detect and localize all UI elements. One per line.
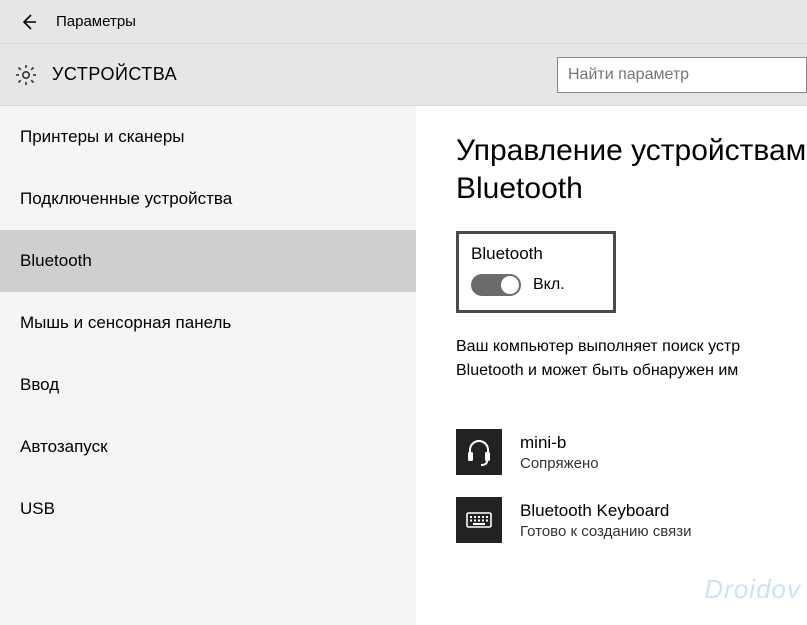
device-name: mini-b	[520, 433, 599, 453]
bluetooth-toggle-row: Вкл.	[471, 274, 601, 296]
sidebar-item-label: Подключенные устройства	[20, 189, 232, 209]
gear-icon	[14, 63, 38, 87]
sidebar-item-autoplay[interactable]: Автозапуск	[0, 416, 416, 478]
sidebar-item-label: Принтеры и сканеры	[20, 127, 185, 147]
device-item-headset[interactable]: mini-b Сопряжено	[456, 429, 807, 475]
status-line-1: Ваш компьютер выполняет поиск устр	[456, 335, 807, 359]
bluetooth-toggle-label: Bluetooth	[471, 244, 601, 264]
section-title: УСТРОЙСТВА	[52, 64, 177, 85]
watermark: Droidov	[704, 574, 801, 605]
keyboard-icon	[456, 497, 502, 543]
search-input[interactable]	[557, 57, 807, 93]
device-status: Готово к созданию связи	[520, 523, 691, 540]
content: Управление устройствам Bluetooth Bluetoo…	[416, 106, 807, 625]
back-button[interactable]	[10, 3, 48, 41]
headset-icon	[456, 429, 502, 475]
sidebar-item-label: Bluetooth	[20, 251, 92, 271]
window-title: Параметры	[56, 13, 136, 30]
device-status: Сопряжено	[520, 455, 599, 472]
sidebar-item-connected-devices[interactable]: Подключенные устройства	[0, 168, 416, 230]
device-name: Bluetooth Keyboard	[520, 501, 691, 521]
body: Принтеры и сканеры Подключенные устройст…	[0, 106, 807, 625]
device-item-keyboard[interactable]: Bluetooth Keyboard Готово к созданию свя…	[456, 497, 807, 543]
sidebar-item-label: Ввод	[20, 375, 59, 395]
sidebar-item-usb[interactable]: USB	[0, 478, 416, 540]
sidebar-item-label: USB	[20, 499, 55, 519]
status-line-2: Bluetooth и может быть обнаружен им	[456, 359, 807, 383]
arrow-left-icon	[19, 12, 39, 32]
sidebar-item-bluetooth[interactable]: Bluetooth	[0, 230, 416, 292]
toggle-knob	[501, 276, 519, 294]
page-heading: Управление устройствам Bluetooth	[456, 132, 807, 207]
bluetooth-toggle-frame: Bluetooth Вкл.	[456, 231, 616, 313]
sidebar-item-mouse-touchpad[interactable]: Мышь и сенсорная панель	[0, 292, 416, 354]
device-text: Bluetooth Keyboard Готово к созданию свя…	[520, 501, 691, 540]
sidebar-item-printers[interactable]: Принтеры и сканеры	[0, 106, 416, 168]
device-text: mini-b Сопряжено	[520, 433, 599, 472]
header: УСТРОЙСТВА	[0, 44, 807, 106]
bluetooth-toggle-state: Вкл.	[533, 276, 565, 294]
bluetooth-toggle[interactable]	[471, 274, 521, 296]
sidebar: Принтеры и сканеры Подключенные устройст…	[0, 106, 416, 625]
header-left: УСТРОЙСТВА	[14, 63, 177, 87]
sidebar-item-label: Мышь и сенсорная панель	[20, 313, 231, 333]
sidebar-item-typing[interactable]: Ввод	[0, 354, 416, 416]
sidebar-item-label: Автозапуск	[20, 437, 108, 457]
titlebar: Параметры	[0, 0, 807, 44]
status-text: Ваш компьютер выполняет поиск устр Bluet…	[456, 335, 807, 383]
